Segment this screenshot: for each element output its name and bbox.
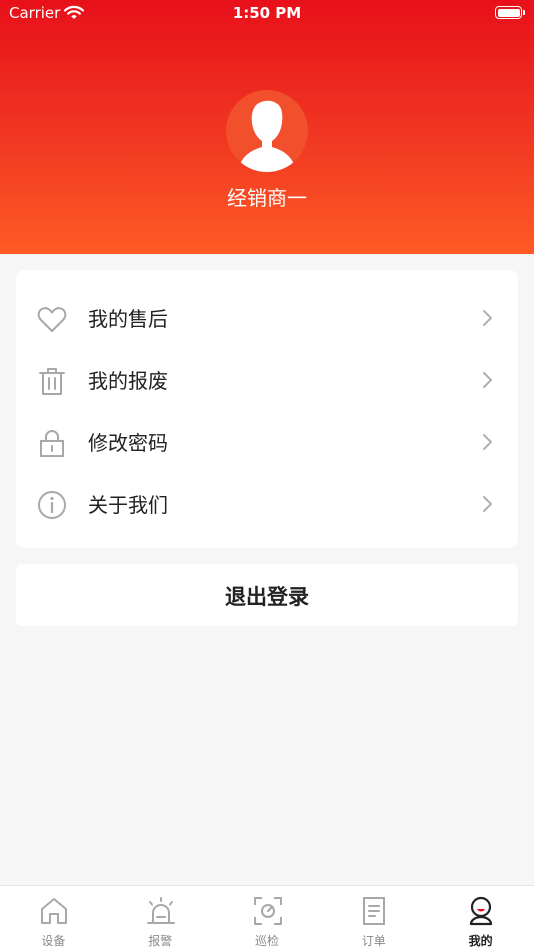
menu-item-change-password[interactable]: 修改密码 xyxy=(16,410,518,472)
tab-bar: 设备 报警 巡检 订单 我的 xyxy=(0,885,534,950)
scan-icon xyxy=(253,897,282,925)
tab-label: 订单 xyxy=(361,934,386,948)
chevron-right-icon xyxy=(483,434,492,450)
lock-icon xyxy=(40,430,64,457)
battery-icon xyxy=(495,6,525,19)
status-time: 1:50 PM xyxy=(232,4,302,22)
status-bar: Carrier 1:50 PM xyxy=(0,0,534,28)
document-icon xyxy=(363,897,386,925)
chevron-right-icon xyxy=(483,310,492,326)
tab-alarm[interactable]: 报警 xyxy=(107,886,214,950)
tab-orders[interactable]: 订单 xyxy=(320,886,427,950)
profile-header: Carrier 1:50 PM 经销商一 xyxy=(0,0,534,254)
tab-label: 我的 xyxy=(468,934,493,948)
username: 经销商一 xyxy=(227,186,307,210)
info-icon xyxy=(38,491,66,519)
tab-mine[interactable]: 我的 xyxy=(427,886,534,950)
tab-label: 巡检 xyxy=(254,934,279,948)
menu-item-scrap[interactable]: 我的报废 xyxy=(16,348,518,410)
heart-icon xyxy=(37,307,67,332)
menu-item-label: 我的报废 xyxy=(88,369,168,393)
user-icon xyxy=(470,896,493,926)
person-silhouette-icon xyxy=(238,100,296,172)
menu-item-after-sales[interactable]: 我的售后 xyxy=(16,286,518,348)
menu-item-label: 关于我们 xyxy=(88,493,168,517)
menu-item-label: 我的售后 xyxy=(88,307,168,331)
home-icon xyxy=(41,898,67,924)
tab-label: 报警 xyxy=(148,934,173,948)
chevron-right-icon xyxy=(483,496,492,512)
menu-item-about-us[interactable]: 关于我们 xyxy=(16,472,518,534)
logout-button[interactable]: 退出登录 xyxy=(16,564,518,626)
menu-card: 我的售后 我的报废 修改密码 关于我们 xyxy=(16,270,518,548)
alarm-icon xyxy=(146,897,175,924)
tab-devices[interactable]: 设备 xyxy=(0,886,107,950)
avatar[interactable] xyxy=(226,90,308,172)
menu-item-label: 修改密码 xyxy=(88,431,168,455)
tab-inspection[interactable]: 巡检 xyxy=(214,886,321,950)
trash-icon xyxy=(39,368,65,395)
tab-label: 设备 xyxy=(41,934,66,948)
chevron-right-icon xyxy=(483,372,492,388)
logout-label: 退出登录 xyxy=(225,585,309,609)
